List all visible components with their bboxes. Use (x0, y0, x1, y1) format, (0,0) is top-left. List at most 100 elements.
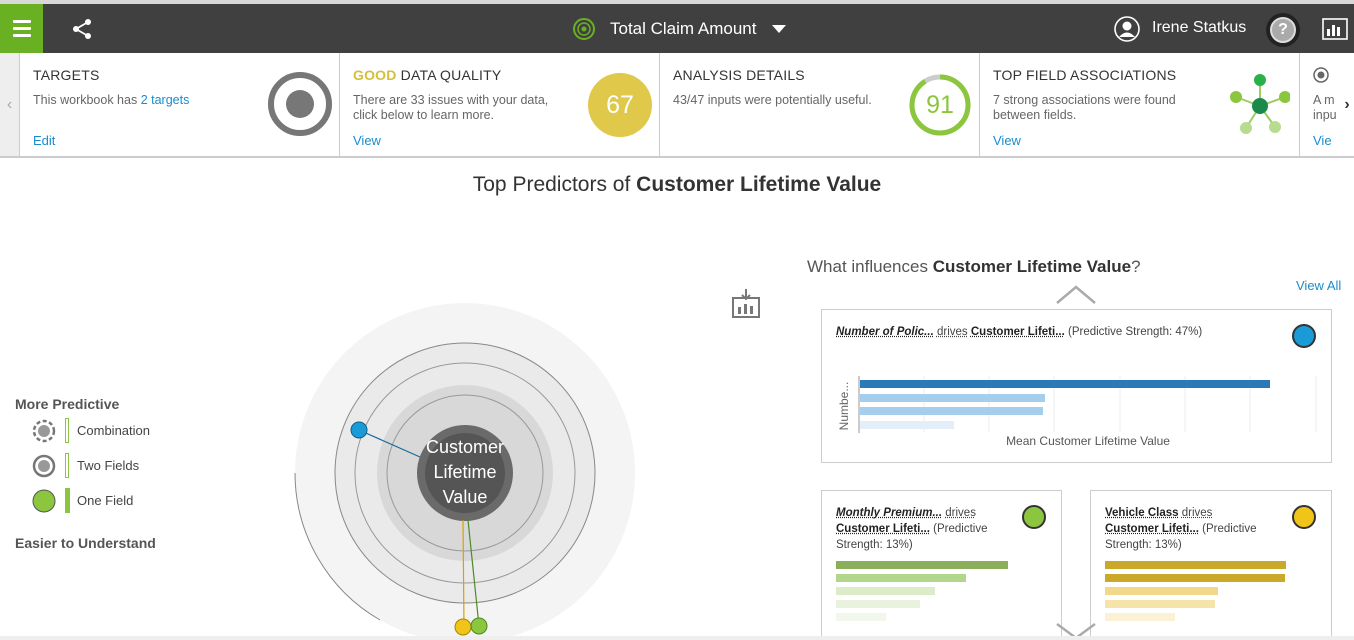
chevron-down-icon[interactable] (772, 25, 787, 33)
help-icon: ? (1270, 17, 1296, 43)
target-name[interactable]: Customer Lifeti... (971, 326, 1065, 338)
center-label-line3: Value (443, 487, 488, 507)
influence-card-header: Vehicle Class drives Customer Lifeti... … (1105, 507, 1257, 551)
combination-icon (32, 419, 56, 443)
influence-bar (860, 380, 1270, 388)
influence-card-vehicle-class[interactable]: Vehicle Class drives Customer Lifeti... … (1090, 490, 1332, 640)
top-bar: Total Claim Amount Irene Statkus ? (0, 4, 1354, 53)
influence-card-header: Monthly Premium... drives Customer Lifet… (836, 507, 988, 551)
influence-bar (1105, 587, 1218, 595)
legend-item-two-fields[interactable]: Two Fields (32, 453, 192, 479)
legend-bar (65, 418, 69, 443)
view-link[interactable]: View (353, 133, 381, 148)
influence-bar (1105, 574, 1285, 582)
help-button[interactable]: ? (1266, 13, 1300, 47)
field-name[interactable]: Vehicle Class (1105, 507, 1179, 519)
card-data-quality[interactable]: GOOD DATA QUALITY There are 33 issues wi… (340, 53, 660, 156)
card-analysis-details[interactable]: ANALYSIS DETAILS 43/47 inputs were poten… (660, 53, 980, 156)
legend-item-one-field[interactable]: One Field (32, 488, 192, 514)
card-description: 43/47 inputs were potentially useful. (673, 93, 872, 107)
predictor-node-vehicle-class[interactable] (454, 618, 472, 636)
report-icon[interactable] (1322, 18, 1348, 40)
center-label-line2: Lifetime (433, 462, 496, 482)
quality-score-badge: 67 (588, 73, 652, 137)
card-description: 7 strong associations were found between… (993, 93, 1176, 122)
one-field-icon (32, 489, 56, 513)
share-icon[interactable] (70, 17, 94, 41)
target-selector[interactable]: Total Claim Amount (572, 16, 787, 42)
predictor-node-number-of-policies[interactable] (350, 421, 368, 439)
influence-bar-chart (836, 561, 1008, 621)
export-icon[interactable] (730, 288, 762, 320)
legend-more-predictive: More Predictive (15, 396, 120, 412)
influence-bar (1105, 561, 1286, 569)
card-field-associations[interactable]: TOP FIELD ASSOCIATIONS 7 strong associat… (980, 53, 1300, 156)
analysis-score: 91 (926, 90, 954, 119)
legend-label: Two Fields (77, 458, 140, 473)
legend-bar (65, 488, 70, 513)
view-all-link[interactable]: View All (1296, 278, 1341, 293)
influence-bar (836, 613, 886, 621)
influence-bar (836, 574, 966, 582)
legend-item-combination[interactable]: Combination (32, 418, 192, 444)
two-fields-icon (32, 454, 56, 478)
influence-card-number-of-policies[interactable]: Number of Polic... drives Customer Lifet… (821, 309, 1332, 463)
card-title: GOOD DATA QUALITY (353, 67, 502, 83)
influence-bar (860, 394, 1045, 402)
legend-bar (65, 453, 69, 478)
influence-bar-chart: Numbe... Mean Customer Lifetime Value (837, 376, 1317, 448)
insight-cards-strip: ‹ TARGETS This workbook has 2 targets Ed… (0, 53, 1354, 158)
target-name[interactable]: Customer Lifeti... (836, 523, 930, 535)
target-icon (268, 72, 332, 136)
influence-bar (836, 587, 935, 595)
target-title: Total Claim Amount (610, 19, 757, 38)
influence-card-monthly-premium[interactable]: Monthly Premium... drives Customer Lifet… (821, 490, 1062, 640)
card-description: There are 33 issues with your data, clic… (353, 93, 549, 122)
card-targets[interactable]: TARGETS This workbook has 2 targets Edit (20, 53, 340, 156)
center-label-line1: Customer (426, 437, 504, 457)
influence-bar (860, 421, 954, 429)
target-radar-icon (573, 18, 595, 40)
influence-bar-chart (1105, 561, 1286, 621)
cards-next-button[interactable]: › (1340, 53, 1354, 156)
card-description: This workbook has 2 targets (33, 93, 190, 107)
user-avatar-icon[interactable] (1114, 16, 1140, 42)
chart-xlabel: Mean Customer Lifetime Value (1006, 434, 1170, 448)
view-link[interactable]: View (993, 133, 1021, 148)
field-name[interactable]: Number of Polic... (836, 326, 934, 338)
card-partial[interactable]: A m inpu Vie (1300, 53, 1340, 156)
cards-prev-button[interactable]: ‹ (0, 53, 20, 156)
influence-bar (836, 600, 920, 608)
influence-bar (860, 407, 1043, 415)
radio-target-icon (1313, 67, 1329, 83)
user-name[interactable]: Irene Statkus (1152, 19, 1246, 37)
legend-easier-to-understand: Easier to Understand (15, 535, 156, 551)
influence-card-header: Number of Polic... drives Customer Lifet… (836, 326, 1203, 338)
influence-bar (836, 561, 1008, 569)
influence-color-dot (1292, 324, 1316, 348)
chevron-up-icon[interactable] (1055, 285, 1097, 305)
field-name[interactable]: Monthly Premium... (836, 507, 942, 519)
bottom-axis-strip (0, 636, 1354, 640)
edit-link[interactable]: Edit (33, 133, 55, 148)
page-title: Top Predictors of Customer Lifetime Valu… (472, 173, 882, 196)
predictor-node-monthly-premium[interactable] (470, 617, 488, 635)
view-link[interactable]: Vie (1313, 133, 1332, 148)
card-title: ANALYSIS DETAILS (673, 67, 805, 83)
target-name[interactable]: Customer Lifeti... (1105, 523, 1199, 535)
influence-bar (1105, 613, 1175, 621)
card-title: TARGETS (33, 67, 100, 83)
influence-title: What influences Customer Lifetime Value? (807, 257, 1141, 276)
chart-ylabel: Numbe... (837, 382, 851, 431)
influence-bar (1105, 600, 1215, 608)
predictor-sunburst[interactable]: Customer Lifetime Value (280, 290, 650, 640)
legend-label: Combination (77, 423, 150, 438)
influence-color-dot (1292, 505, 1316, 529)
hamburger-menu-icon[interactable] (0, 4, 43, 53)
targets-link[interactable]: 2 targets (141, 93, 190, 107)
card-description: A m inpu (1313, 93, 1337, 122)
legend-label: One Field (77, 493, 134, 508)
association-network-icon (1230, 74, 1290, 134)
card-title: TOP FIELD ASSOCIATIONS (993, 67, 1177, 83)
influence-color-dot (1022, 505, 1046, 529)
